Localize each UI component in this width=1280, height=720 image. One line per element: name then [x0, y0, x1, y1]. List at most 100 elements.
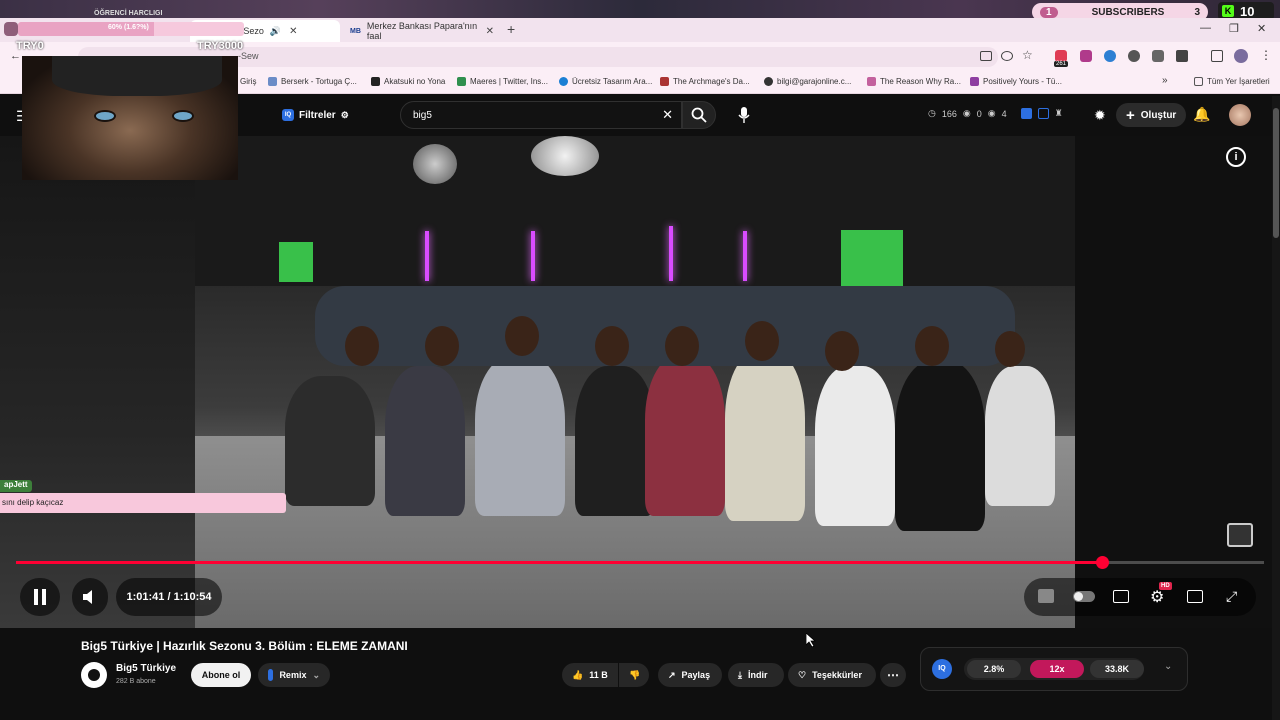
- dislike-button[interactable]: 👎: [619, 663, 649, 687]
- gear-ext-icon[interactable]: ✹: [1094, 107, 1106, 124]
- video-frame: [195, 136, 1075, 628]
- eye-off-icon[interactable]: [1001, 51, 1013, 61]
- list-icon[interactable]: [1037, 108, 1049, 119]
- chat-overlay-message: sını delip kaçıcaz: [0, 493, 286, 513]
- extension-icon[interactable]: [1152, 50, 1164, 62]
- stat-views: 166: [941, 108, 957, 119]
- chevron-down-icon[interactable]: ⌄: [1164, 661, 1172, 672]
- bookmark-item[interactable]: The Archmage's Da...: [660, 77, 750, 86]
- thanks-icon: ♡: [798, 669, 807, 680]
- progress-scrubber[interactable]: [1095, 556, 1109, 569]
- share-label: Paylaş: [681, 670, 711, 680]
- menu-dots-icon[interactable]: ⋮: [1260, 48, 1272, 62]
- iq-logo-icon[interactable]: IQ: [932, 659, 952, 679]
- volume-button[interactable]: [72, 578, 108, 616]
- stat-b: 4: [1001, 108, 1007, 119]
- scrollbar-thumb[interactable]: [1273, 108, 1279, 238]
- search-input[interactable]: big5 ✕: [400, 101, 682, 129]
- channel-name[interactable]: Big5 Türkiye: [116, 663, 176, 674]
- more-actions-button[interactable]: ⋯: [880, 663, 906, 687]
- mic-icon: [738, 107, 750, 123]
- time-separator: /: [164, 591, 174, 603]
- pip-overlay-icon[interactable]: [1227, 523, 1253, 547]
- bookmarks-more-button[interactable]: »: [1162, 75, 1168, 86]
- clear-search-icon[interactable]: ✕: [662, 107, 673, 123]
- donation-progress-text: 60% (1.6?%): [108, 24, 149, 31]
- hd-badge: HD: [1159, 582, 1172, 590]
- bookmark-item[interactable]: Berserk - Tortuga Ç...: [268, 77, 357, 86]
- settings-gear-icon[interactable]: ⚙: [1150, 587, 1164, 607]
- extension-icon[interactable]: [1128, 50, 1140, 62]
- bookmark-star-icon[interactable]: ☆: [1022, 48, 1033, 62]
- download-label: İndir: [747, 670, 768, 680]
- like-button[interactable]: 👍 11 B: [562, 663, 618, 687]
- tab-search-icon[interactable]: [4, 22, 18, 36]
- duration: 1:10:54: [173, 591, 212, 603]
- donation-title: ÖĞRENCİ HARCLIGI: [94, 10, 163, 17]
- donation-bar: 60% (1.6?%): [18, 22, 244, 36]
- new-tab-button[interactable]: +: [507, 21, 515, 37]
- plus-icon: +: [1126, 106, 1135, 124]
- pause-button[interactable]: [20, 578, 60, 616]
- extension-icon[interactable]: [1080, 50, 1092, 62]
- share-icon: ↗: [668, 669, 676, 680]
- volume-icon: [83, 590, 92, 604]
- theater-mode-icon[interactable]: [1187, 590, 1203, 603]
- right-controls: [1024, 578, 1256, 616]
- kick-count: 10: [1240, 3, 1255, 19]
- fullscreen-icon[interactable]: ⤢: [1226, 588, 1237, 605]
- thanks-label: Teşekkürler: [812, 670, 862, 680]
- bookmark-item[interactable]: Giriş: [240, 77, 256, 86]
- iq-icon[interactable]: [1020, 108, 1032, 119]
- share-button[interactable]: ↗ Paylaş: [658, 663, 722, 687]
- create-button[interactable]: + Oluştur: [1116, 103, 1187, 127]
- video-title: Big5 Türkiye | Hazırlık Sezonu 3. Bölüm …: [81, 639, 408, 653]
- webcam-hat: [52, 56, 222, 96]
- close-window-icon[interactable]: ✕: [1257, 22, 1266, 35]
- close-icon[interactable]: ✕: [486, 26, 494, 37]
- bookmark-item[interactable]: The Reason Why Ra...: [867, 77, 961, 86]
- search-button[interactable]: [682, 101, 716, 129]
- crowd: [205, 286, 1065, 531]
- tab-favicon: MB: [350, 27, 361, 35]
- remix-button[interactable]: Remix ⌄: [258, 663, 330, 687]
- subs-count-right: 3: [1194, 6, 1200, 18]
- subtitles-icon[interactable]: [1113, 590, 1129, 603]
- all-bookmarks-button[interactable]: Tüm Yer İşaretleri: [1194, 77, 1270, 86]
- iq-player-icon[interactable]: [1038, 589, 1054, 603]
- bookmark-item[interactable]: bilgi@garajonline.c...: [764, 77, 851, 86]
- close-icon[interactable]: ✕: [289, 26, 297, 37]
- account-avatar[interactable]: [1229, 104, 1251, 126]
- tab-merkez[interactable]: MB Merkez Bankası Papara'nın faal ✕: [342, 20, 502, 42]
- media-icon[interactable]: [1211, 50, 1223, 62]
- extension-icon[interactable]: [1104, 50, 1116, 62]
- filters-button[interactable]: IQ Filtreler ⚙: [272, 103, 359, 127]
- bookmark-item[interactable]: Maeres | Twitter, Ins...: [457, 77, 548, 86]
- stat-percentage: 2.8%: [967, 660, 1021, 678]
- disco-ball: [531, 136, 599, 176]
- puzzle-icon[interactable]: [1176, 50, 1188, 62]
- bell-icon[interactable]: 🔔: [1193, 106, 1210, 123]
- chevron-down-icon: ⌄: [312, 669, 320, 680]
- cast-icon[interactable]: [980, 51, 992, 61]
- maximize-icon[interactable]: ❐: [1229, 22, 1239, 35]
- bookmark-item[interactable]: Positively Yours - Tü...: [970, 77, 1062, 86]
- subscribe-button[interactable]: Abone ol: [191, 663, 251, 687]
- currency-left: TRY0: [16, 40, 44, 52]
- bookmark-item[interactable]: Ücretsiz Tasarım Ara...: [559, 77, 652, 86]
- channel-avatar[interactable]: [81, 662, 107, 688]
- bookmark-item[interactable]: Akatsuki no Yona: [371, 77, 445, 86]
- thanks-button[interactable]: ♡ Teşekkürler: [788, 663, 876, 687]
- page-scrollbar[interactable]: [1272, 96, 1280, 720]
- profile-avatar[interactable]: [1234, 49, 1248, 63]
- info-icon[interactable]: i: [1226, 147, 1246, 167]
- trophy-icon[interactable]: ♜: [1055, 108, 1063, 119]
- minimize-icon[interactable]: —: [1200, 22, 1211, 34]
- search-icon: [691, 107, 707, 123]
- sliders-icon: ⚙: [340, 109, 349, 120]
- autoplay-toggle[interactable]: [1073, 591, 1095, 602]
- download-button[interactable]: ⤓ İndir: [728, 663, 784, 687]
- webcam-eye: [94, 110, 116, 122]
- mic-button[interactable]: [730, 102, 758, 128]
- video-side-left: [0, 136, 195, 628]
